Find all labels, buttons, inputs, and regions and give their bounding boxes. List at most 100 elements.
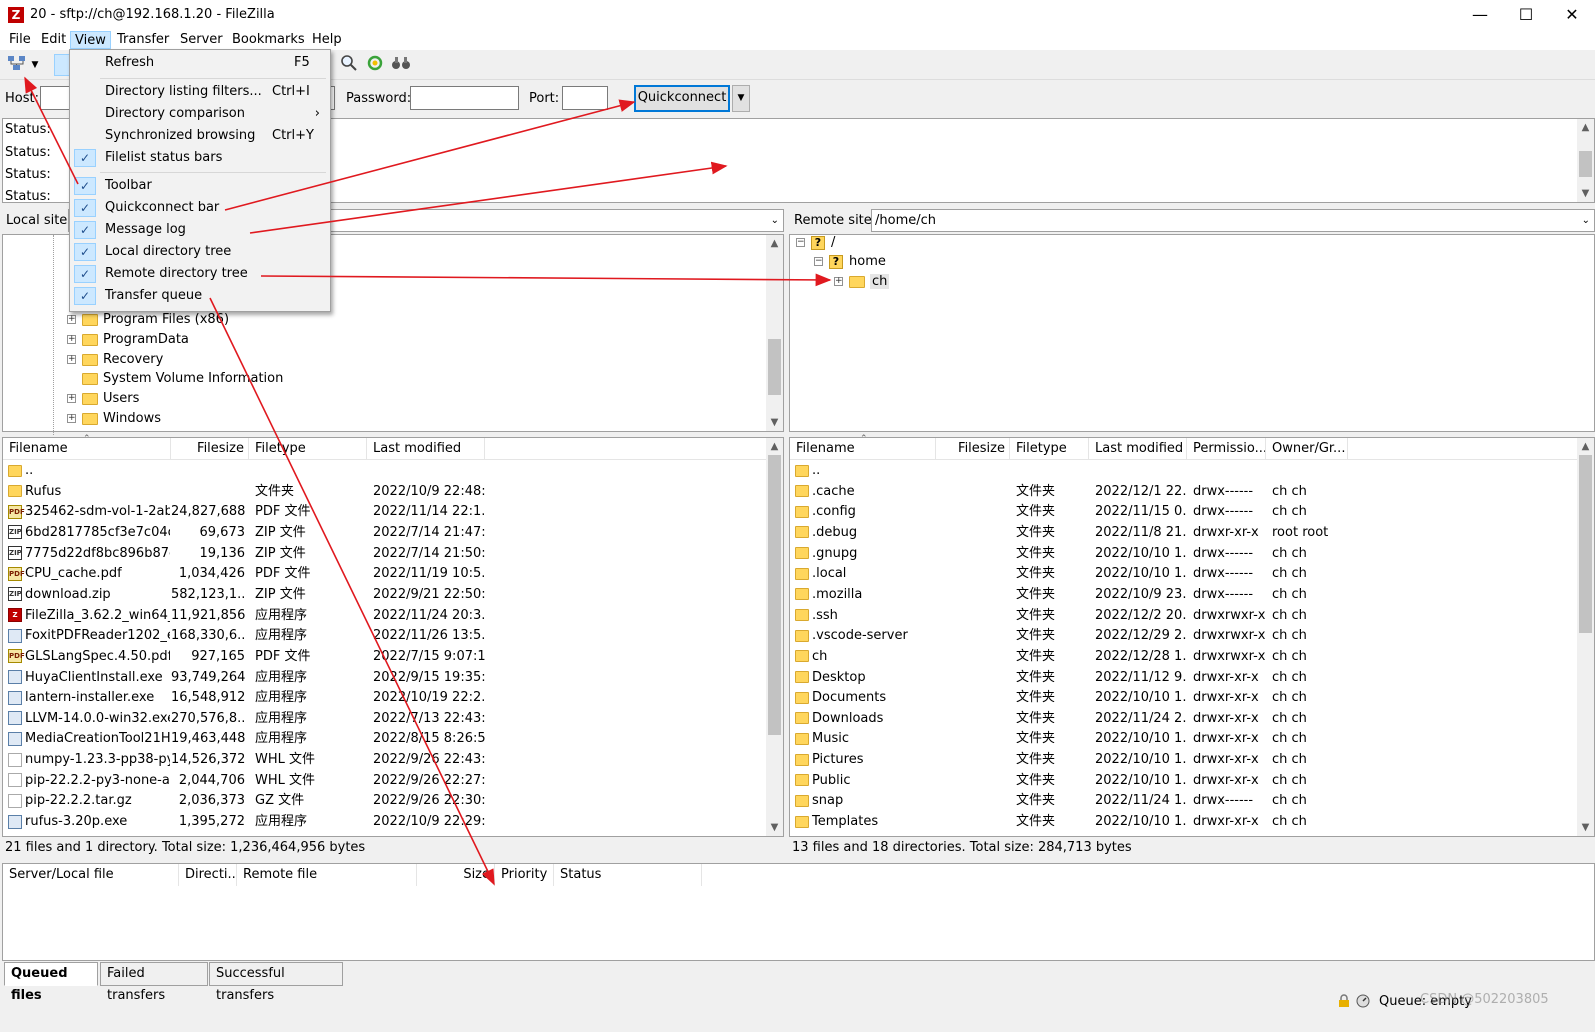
table-row[interactable]: .cache 文件夹 2022/12/1 22... drwx------ ch ch <box>790 481 1577 502</box>
tree-item[interactable]: + Users <box>67 389 139 409</box>
remote-file-list[interactable]: Filename ⌃ Filesize Filetype Last modifi… <box>789 434 1595 837</box>
close-button[interactable]: ✕ <box>1549 0 1595 30</box>
quickconnect-history-dropdown[interactable]: ▼ <box>732 85 750 112</box>
scroll-up-icon[interactable]: ▲ <box>766 235 783 252</box>
table-row[interactable]: Desktop 文件夹 2022/11/12 9... drwxr-xr-x ch ch <box>790 667 1577 688</box>
table-row[interactable]: Downloads 文件夹 2022/11/24 2... drwxr-xr-x ch … <box>790 708 1577 729</box>
scrollbar-thumb[interactable] <box>1579 455 1592 633</box>
transfer-queue[interactable]: Server/Local file Directi... Remote file… <box>2 863 1595 961</box>
column-header-owner-group[interactable]: Owner/Gr... <box>1266 438 1348 460</box>
quickconnect-button[interactable]: Quickconnect <box>634 85 730 112</box>
menu-file[interactable]: File <box>5 31 35 49</box>
menu-server[interactable]: Server <box>176 31 227 49</box>
minimize-button[interactable]: — <box>1457 0 1503 30</box>
table-row[interactable]: .. <box>3 460 766 481</box>
site-manager-icon[interactable] <box>6 54 28 76</box>
toggle-message-log-icon[interactable] <box>54 54 70 76</box>
expand-icon[interactable]: + <box>67 414 76 423</box>
tree-item-root[interactable]: −? / <box>796 233 835 253</box>
scrollbar-thumb[interactable] <box>768 339 781 395</box>
table-row[interactable]: PDFCPU_cache.pdf 1,034,426 PDF 文件 2022/11/1… <box>3 563 766 584</box>
table-row[interactable]: ZFileZilla_3.62.2_win64_s...11,921,856 应用… <box>3 605 766 626</box>
table-row[interactable]: FoxitPDFReader1202_e...168,330,6... 应用程序 2… <box>3 625 766 646</box>
table-row[interactable]: .mozilla 文件夹 2022/10/9 23... drwx------ ch c… <box>790 584 1577 605</box>
table-row[interactable]: pip-22.2.2.tar.gz 2,036,373 GZ 文件 2022/9/26… <box>3 790 766 811</box>
column-header-remote-file[interactable]: Remote file <box>237 864 417 886</box>
table-row[interactable]: .debug 文件夹 2022/11/8 21... drwxr-xr-x root r… <box>790 522 1577 543</box>
column-header-last-modified[interactable]: Last modified <box>1089 438 1187 460</box>
menu-item-transfer-queue[interactable]: ✓ Transfer queue <box>70 285 330 307</box>
scroll-down-icon[interactable]: ▼ <box>766 819 783 836</box>
menu-item-toolbar[interactable]: ✓ Toolbar <box>70 175 330 197</box>
maximize-button[interactable]: ☐ <box>1503 0 1549 30</box>
tree-item[interactable]: + Program Files (x86) <box>67 310 229 330</box>
menu-item-synchronized-browsing[interactable]: Synchronized browsing Ctrl+Y <box>70 125 330 147</box>
table-row[interactable]: rufus-3.20p.exe 1,395,272 应用程序 2022/10/9 22… <box>3 811 766 832</box>
table-row[interactable]: Pictures 文件夹 2022/10/10 1... drwxr-xr-x ch c… <box>790 749 1577 770</box>
table-row[interactable]: pip-22.2.2-py3-none-an... 2,044,706 WHL 文件… <box>3 770 766 791</box>
scroll-up-icon[interactable]: ▲ <box>1577 438 1594 455</box>
menu-item-local-directory-tree[interactable]: ✓ Local directory tree <box>70 241 330 263</box>
table-row[interactable]: ch 文件夹 2022/12/28 1... drwxrwxr-x ch ch <box>790 646 1577 667</box>
column-header-size[interactable]: Size <box>417 864 495 886</box>
table-row[interactable]: lantern-installer.exe 16,548,912 应用程序 2022/… <box>3 687 766 708</box>
menu-item-directory-listing-filters[interactable]: Directory listing filters... Ctrl+I <box>70 81 330 103</box>
table-row[interactable]: LLVM-14.0.0-win32.exe 270,576,8... 应用程序 202… <box>3 708 766 729</box>
table-row[interactable]: ZIP7775d22df8bc896b87c... 19,136 ZIP 文件 202… <box>3 543 766 564</box>
scroll-up-icon[interactable]: ▲ <box>1577 119 1594 136</box>
table-row[interactable]: .ssh 文件夹 2022/12/2 20... drwxrwxr-x ch ch <box>790 605 1577 626</box>
scroll-down-icon[interactable]: ▼ <box>1577 819 1594 836</box>
remote-path-combo[interactable]: /home/ch ⌄ <box>871 209 1595 232</box>
message-log-scrollbar[interactable]: ▲ ▼ <box>1577 119 1594 202</box>
table-row[interactable]: .config 文件夹 2022/11/15 0... drwx------ ch ch <box>790 501 1577 522</box>
tree-item[interactable]: + ProgramData <box>67 330 189 350</box>
expand-icon[interactable]: + <box>67 335 76 344</box>
expand-icon[interactable]: + <box>67 394 76 403</box>
table-row[interactable]: snap 文件夹 2022/11/24 1... drwx------ ch ch <box>790 790 1577 811</box>
search-remote-files-icon[interactable] <box>338 54 360 76</box>
find-files-binoculars-icon[interactable] <box>390 54 412 76</box>
tab-failed-transfers[interactable]: Failed transfers <box>100 962 208 1003</box>
tree-item-ch[interactable]: + ch <box>834 272 890 292</box>
chevron-down-icon[interactable]: ⌄ <box>1582 210 1590 231</box>
menu-view[interactable]: View <box>70 31 111 49</box>
column-header-filesize[interactable]: Filesize <box>171 438 249 460</box>
local-file-list[interactable]: Filename ⌃ Filesize Filetype Last modifi… <box>2 434 784 837</box>
menu-item-filelist-status-bars[interactable]: ✓ Filelist status bars <box>70 147 330 169</box>
column-header-filesize[interactable]: Filesize <box>936 438 1010 460</box>
tab-successful-transfers[interactable]: Successful transfers <box>209 962 343 1003</box>
remote-directory-tree[interactable]: −? / −? home + ch <box>789 234 1595 432</box>
table-row[interactable]: .gnupg 文件夹 2022/10/10 1... drwx------ ch ch <box>790 543 1577 564</box>
collapse-icon[interactable]: − <box>796 238 805 247</box>
menu-item-quickconnect-bar[interactable]: ✓ Quickconnect bar <box>70 197 330 219</box>
column-header-filetype[interactable]: Filetype <box>249 438 367 460</box>
menu-transfer[interactable]: Transfer <box>113 31 173 49</box>
speed-limit-icon[interactable] <box>1356 994 1370 1008</box>
menu-edit[interactable]: Edit <box>37 31 70 49</box>
expand-icon[interactable]: + <box>67 355 76 364</box>
table-row[interactable]: numpy-1.23.3-pp38-py... 14,526,372 WHL 文件 2… <box>3 749 766 770</box>
column-header-filetype[interactable]: Filetype <box>1010 438 1089 460</box>
port-input[interactable] <box>562 86 608 110</box>
table-row[interactable]: Templates 文件夹 2022/10/10 1... drwxr-xr-x ch … <box>790 811 1577 832</box>
column-header-server-local-file[interactable]: Server/Local file <box>3 864 179 886</box>
table-row[interactable]: Public 文件夹 2022/10/10 1... drwxr-xr-x ch ch <box>790 770 1577 791</box>
chevron-down-icon[interactable]: ⌄ <box>771 210 779 231</box>
table-row[interactable]: Documents 文件夹 2022/10/10 1... drwxr-xr-x ch … <box>790 687 1577 708</box>
scrollbar-thumb[interactable] <box>768 455 781 735</box>
tree-item-home[interactable]: −? home <box>814 252 886 272</box>
menu-item-message-log[interactable]: ✓ Message log <box>70 219 330 241</box>
remote-list-scrollbar[interactable]: ▲ ▼ <box>1577 438 1594 836</box>
host-input[interactable] <box>40 86 70 110</box>
table-row[interactable]: ZIP download.zip 582,123,1... ZIP 文件 2022/9/… <box>3 584 766 605</box>
tree-item[interactable]: + Windows <box>67 409 161 429</box>
menu-help[interactable]: Help <box>308 31 346 49</box>
tree-item[interactable]: + Recovery <box>67 350 163 370</box>
table-row[interactable]: Music 文件夹 2022/10/10 1... drwxr-xr-x ch ch <box>790 728 1577 749</box>
scroll-down-icon[interactable]: ▼ <box>766 414 783 431</box>
table-row[interactable]: HuyaClientInstall.exe 93,749,264 应用程序 2022/… <box>3 667 766 688</box>
column-header-last-modified[interactable]: Last modified <box>367 438 485 460</box>
scroll-down-icon[interactable]: ▼ <box>1577 185 1594 202</box>
menu-bookmarks[interactable]: Bookmarks <box>228 31 309 49</box>
column-header-status[interactable]: Status <box>554 864 702 886</box>
